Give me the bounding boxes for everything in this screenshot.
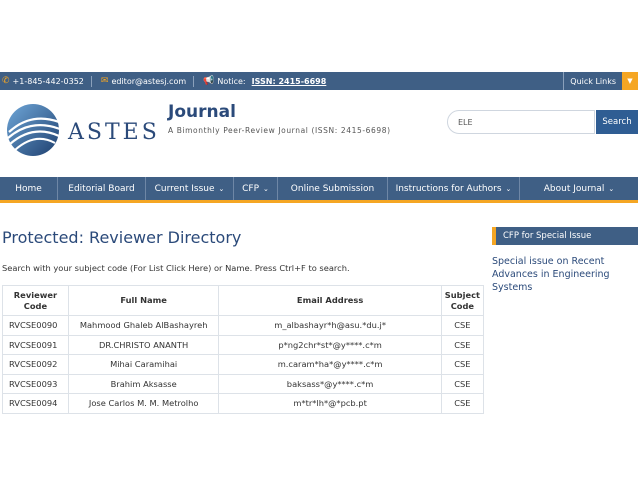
nav-online-submission[interactable]: Online Submission (278, 177, 388, 200)
nav-label: Editorial Board (68, 183, 135, 194)
table-header-row: Reviewer Code Full Name Email Address Su… (2, 285, 485, 316)
nav-home[interactable]: Home (0, 177, 58, 200)
special-issue-link[interactable]: Special issue on Recent Advances in Engi… (492, 255, 638, 294)
quick-links-button[interactable]: Quick Links (563, 72, 622, 90)
search-button[interactable]: Search (596, 110, 638, 134)
phone-number: +1-845-442-0352 (12, 76, 84, 86)
nav-about-journal[interactable]: About Journal ⌄ (520, 177, 638, 200)
phone-icon: ✆ (2, 76, 10, 86)
chevron-down-icon: ⌄ (608, 184, 615, 193)
subject-code: CSE (440, 354, 485, 375)
subject-code: CSE (440, 315, 485, 336)
full-name: Jose Carlos M. M. Metrolho (67, 393, 220, 414)
nav-label: CFP (242, 183, 259, 194)
divider (90, 75, 92, 87)
email-contact[interactable]: ✉ editor@astesj.com (101, 76, 186, 86)
email-address: m*tr*lh*@*pcb.pt (218, 393, 442, 414)
nav-editorial-board[interactable]: Editorial Board (58, 177, 146, 200)
search-input[interactable]: ELE (447, 110, 595, 134)
email-address: m_albashayr*h@asu.*du.j* (218, 315, 442, 336)
column-header: Subject Code (440, 285, 485, 316)
quick-links-toggle[interactable]: ▼ (622, 72, 638, 90)
journal-tagline: A Bimonthly Peer-Review Journal (ISSN: 2… (168, 126, 391, 135)
reviewer-code: RVCSE0094 (2, 393, 69, 414)
table-row: RVCSE0094 Jose Carlos M. M. Metrolho m*t… (2, 393, 485, 414)
caret-down-icon: ▼ (627, 77, 633, 85)
email-address: p*ng2chr*st*@y****.c*m (218, 334, 442, 355)
column-header: Email Address (218, 285, 442, 316)
reviewer-code: RVCSE0093 (2, 373, 69, 394)
megaphone-icon: 📢 (203, 76, 215, 86)
chevron-down-icon: ⌄ (263, 184, 269, 193)
nav-label: About Journal (543, 183, 605, 194)
divider (193, 75, 195, 87)
subject-code: CSE (440, 334, 485, 355)
column-header: Full Name (67, 285, 220, 316)
astes-logo-icon[interactable] (3, 102, 63, 158)
table-row: RVCSE0093 Brahim Aksasse baksass*@y****.… (2, 373, 485, 394)
email-address[interactable]: editor@astesj.com (111, 77, 186, 86)
reviewer-code: RVCSE0091 (2, 334, 69, 355)
nav-label: Online Submission (290, 183, 375, 194)
table-row: RVCSE0092 Mihai Caramihai m.caram*ha*@y*… (2, 354, 485, 375)
nav-cfp[interactable]: CFP ⌄ (234, 177, 278, 200)
top-info-bar: ✆ +1-845-442-0352 ✉ editor@astesj.com 📢 … (0, 72, 638, 90)
subject-code: CSE (440, 373, 485, 394)
nav-label: Instructions for Authors (395, 183, 502, 194)
brand-name[interactable]: ASTES (68, 120, 160, 145)
sidebar: CFP for Special Issue Special issue on R… (492, 227, 638, 294)
nav-current-issue[interactable]: Current Issue ⌄ (146, 177, 234, 200)
nav-label: Home (15, 183, 42, 194)
nav-instructions-for-authors[interactable]: Instructions for Authors ⌄ (388, 177, 520, 200)
page-title: Protected: Reviewer Directory (2, 228, 242, 247)
chevron-down-icon: ⌄ (218, 184, 225, 193)
search-instructions: Search with your subject code (For List … (2, 263, 350, 273)
subject-code: CSE (440, 393, 485, 414)
main-nav: Home Editorial Board Current Issue ⌄ CFP ⌄… (0, 177, 638, 203)
email-address: m.caram*ha*@y****.c*m (218, 354, 442, 375)
sidebar-heading: CFP for Special Issue (492, 227, 638, 245)
table-row: RVCSE0091 DR.CHRISTO ANANTH p*ng2chr*st*… (2, 334, 485, 355)
column-header: Reviewer Code (2, 285, 69, 316)
email-address: baksass*@y****.c*m (218, 373, 442, 394)
phone-contact: ✆ +1-845-442-0352 (2, 76, 84, 86)
notice: 📢 Notice: ISSN: 2415-6698 (203, 76, 326, 86)
search-input-value: ELE (458, 117, 473, 127)
reviewer-code: RVCSE0090 (2, 315, 69, 336)
full-name: DR.CHRISTO ANANTH (67, 334, 220, 355)
journal-title: Journal (168, 102, 236, 122)
site-header: ASTES Journal A Bimonthly Peer-Review Jo… (0, 90, 638, 177)
table-row: RVCSE0090 Mahmood Ghaleb AlBashayreh m_a… (2, 315, 485, 336)
full-name: Mahmood Ghaleb AlBashayreh (67, 315, 220, 336)
issn-link[interactable]: ISSN: 2415-6698 (252, 77, 327, 86)
reviewer-table: Reviewer Code Full Name Email Address Su… (2, 285, 485, 414)
chevron-down-icon: ⌄ (505, 184, 512, 193)
notice-label: Notice: (217, 76, 246, 86)
quick-links-label: Quick Links (570, 76, 616, 86)
reviewer-code: RVCSE0092 (2, 354, 69, 375)
mail-icon: ✉ (100, 76, 109, 86)
full-name: Brahim Aksasse (67, 373, 220, 394)
nav-label: Current Issue (154, 183, 215, 194)
full-name: Mihai Caramihai (67, 354, 220, 375)
